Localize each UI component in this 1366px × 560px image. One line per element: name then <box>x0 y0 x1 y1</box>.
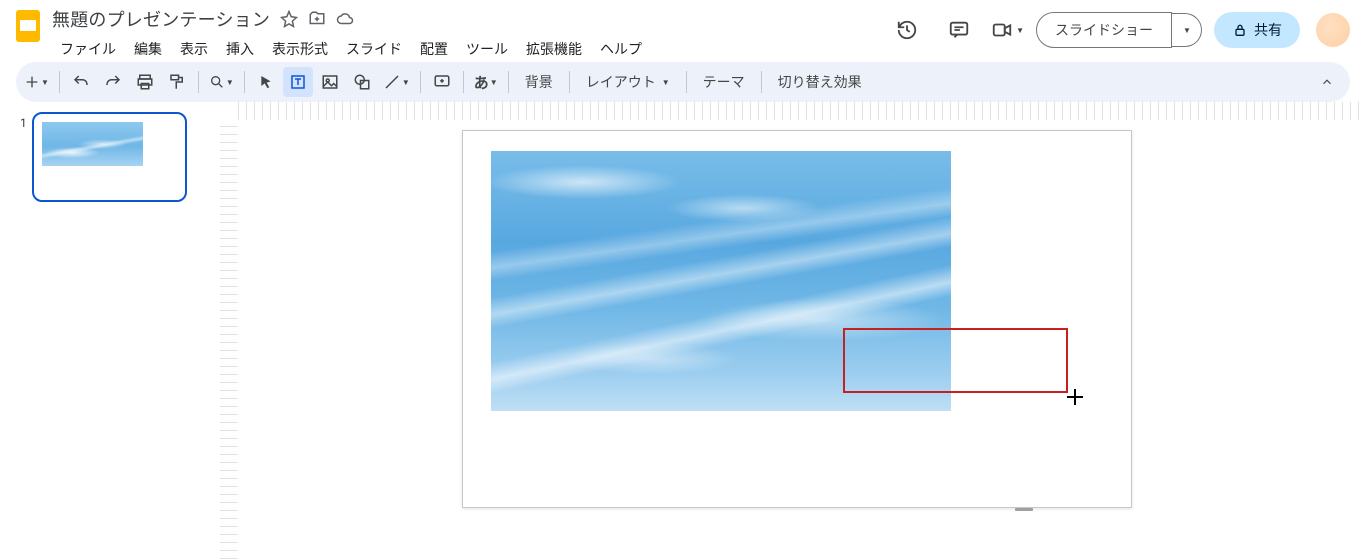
share-label: 共有 <box>1254 20 1282 40</box>
separator <box>59 71 60 93</box>
redo-button[interactable] <box>98 67 128 97</box>
toolbar: ▼ ▼ ▼ あ▼ 背景 レイアウト▼ テーマ 切り替え効果 <box>16 62 1350 102</box>
input-mode-button[interactable]: あ▼ <box>470 67 502 97</box>
menu-file[interactable]: ファイル <box>52 35 124 63</box>
crosshair-cursor-icon <box>1067 389 1083 405</box>
doc-title[interactable]: 無題のプレゼンテーション <box>52 6 270 32</box>
slide-number: 1 <box>20 116 27 130</box>
separator <box>420 71 421 93</box>
image-tool[interactable] <box>315 67 345 97</box>
background-button[interactable]: 背景 <box>515 67 563 97</box>
separator <box>244 71 245 93</box>
paint-format-button[interactable] <box>162 67 192 97</box>
account-avatar[interactable] <box>1316 13 1350 47</box>
slide-canvas[interactable] <box>462 130 1132 508</box>
separator <box>508 71 509 93</box>
chevron-down-icon: ▼ <box>41 78 49 87</box>
collapse-toolbar-button[interactable] <box>1312 67 1342 97</box>
share-button[interactable]: 共有 <box>1214 12 1300 48</box>
separator <box>686 71 687 93</box>
meet-button[interactable]: ▼ <box>991 19 1024 41</box>
new-slide-button[interactable]: ▼ <box>20 67 53 97</box>
slideshow-button-group: スライドショー ▼ <box>1036 12 1202 48</box>
menu-tools[interactable]: ツール <box>458 35 516 63</box>
cloud-status-icon[interactable] <box>336 10 354 28</box>
menu-extensions[interactable]: 拡張機能 <box>518 35 590 63</box>
menu-insert[interactable]: 挿入 <box>218 35 262 63</box>
select-tool[interactable] <box>251 67 281 97</box>
print-button[interactable] <box>130 67 160 97</box>
separator <box>198 71 199 93</box>
vertical-ruler[interactable] <box>220 126 238 560</box>
drawing-selection-rect[interactable] <box>843 328 1068 393</box>
menu-view[interactable]: 表示 <box>172 35 216 63</box>
thumbnail-image <box>42 122 143 166</box>
menu-bar: ファイル 編集 表示 挿入 表示形式 スライド 配置 ツール 拡張機能 ヘルプ <box>52 34 887 64</box>
move-icon[interactable] <box>308 10 326 28</box>
slideshow-button[interactable]: スライドショー <box>1036 12 1172 48</box>
menu-edit[interactable]: 編集 <box>126 35 170 63</box>
chevron-down-icon: ▼ <box>662 78 670 87</box>
theme-button[interactable]: テーマ <box>693 67 755 97</box>
chevron-down-icon: ▼ <box>1183 26 1191 35</box>
chevron-down-icon: ▼ <box>1016 26 1024 35</box>
input-kana-label: あ <box>474 72 489 93</box>
slideshow-dropdown[interactable]: ▼ <box>1172 13 1202 47</box>
layout-label: レイアウト <box>586 72 656 92</box>
menu-slide[interactable]: スライド <box>338 35 410 63</box>
line-tool[interactable]: ▼ <box>379 67 414 97</box>
menu-arrange[interactable]: 配置 <box>412 35 456 63</box>
textbox-tool[interactable] <box>283 67 313 97</box>
canvas-area <box>220 102 1366 560</box>
separator <box>761 71 762 93</box>
zoom-button[interactable]: ▼ <box>205 67 238 97</box>
filmstrip: 1 <box>0 102 220 560</box>
chevron-down-icon: ▼ <box>402 78 410 87</box>
undo-button[interactable] <box>66 67 96 97</box>
shape-tool[interactable] <box>347 67 377 97</box>
layout-button[interactable]: レイアウト ▼ <box>576 67 680 97</box>
chevron-down-icon: ▼ <box>490 78 498 87</box>
transition-button[interactable]: 切り替え効果 <box>768 67 872 97</box>
lock-icon <box>1232 22 1248 38</box>
chevron-down-icon: ▼ <box>226 78 234 87</box>
separator <box>463 71 464 93</box>
comment-add-button[interactable] <box>427 67 457 97</box>
slide-thumbnail[interactable] <box>32 112 187 202</box>
menu-help[interactable]: ヘルプ <box>592 35 650 63</box>
notes-drag-handle[interactable] <box>1015 508 1033 511</box>
star-icon[interactable] <box>280 10 298 28</box>
comments-icon[interactable] <box>939 10 979 50</box>
horizontal-ruler[interactable] <box>238 102 1366 120</box>
separator <box>569 71 570 93</box>
history-icon[interactable] <box>887 10 927 50</box>
app-logo[interactable] <box>8 6 48 46</box>
menu-format[interactable]: 表示形式 <box>264 35 336 63</box>
